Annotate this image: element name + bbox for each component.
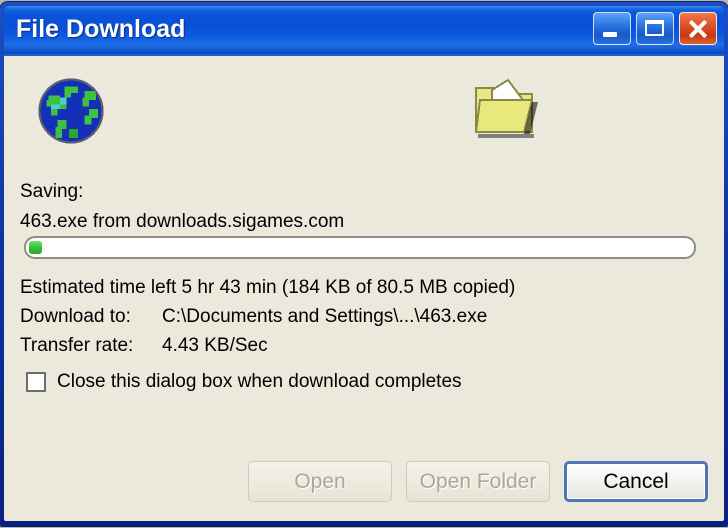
globe-icon [38, 78, 104, 144]
minimize-icon [603, 32, 617, 37]
caption-buttons [593, 12, 717, 45]
transfer-rate-value: 4.43 KB/Sec [162, 335, 268, 356]
maximize-icon [645, 20, 664, 36]
open-button[interactable]: Open [248, 461, 392, 502]
download-to-value: C:\Documents and Settings\...\463.exe [162, 306, 488, 327]
close-on-complete-row[interactable]: Close this dialog box when download comp… [26, 371, 462, 393]
progress-fill [29, 241, 42, 254]
open-folder-button[interactable]: Open Folder [406, 461, 550, 502]
cancel-button[interactable]: Cancel [564, 461, 708, 502]
close-on-complete-label: Close this dialog box when download comp… [57, 371, 462, 392]
transfer-rate-label: Transfer rate: [20, 335, 134, 356]
file-download-dialog: File Download Saving: 463.exe from downl… [0, 2, 728, 526]
close-icon [680, 13, 716, 44]
estimated-time-row: Estimated time left 5 hr 43 min (184 KB … [20, 277, 516, 298]
button-row: Open Open Folder Cancel [248, 461, 708, 502]
saving-file-value: 463.exe from downloads.sigames.com [20, 211, 345, 232]
close-on-complete-checkbox[interactable] [26, 372, 46, 392]
dialog-body: Saving: 463.exe from downloads.sigames.c… [4, 56, 724, 521]
folder-icon [474, 78, 538, 138]
saving-label: Saving: [20, 181, 84, 202]
download-progress-bar [24, 236, 696, 259]
maximize-button[interactable] [636, 12, 674, 45]
download-to-label: Download to: [20, 306, 131, 327]
close-button[interactable] [679, 12, 717, 45]
title-bar: File Download [4, 6, 724, 56]
minimize-button[interactable] [593, 12, 631, 45]
window-title: File Download [16, 15, 186, 43]
